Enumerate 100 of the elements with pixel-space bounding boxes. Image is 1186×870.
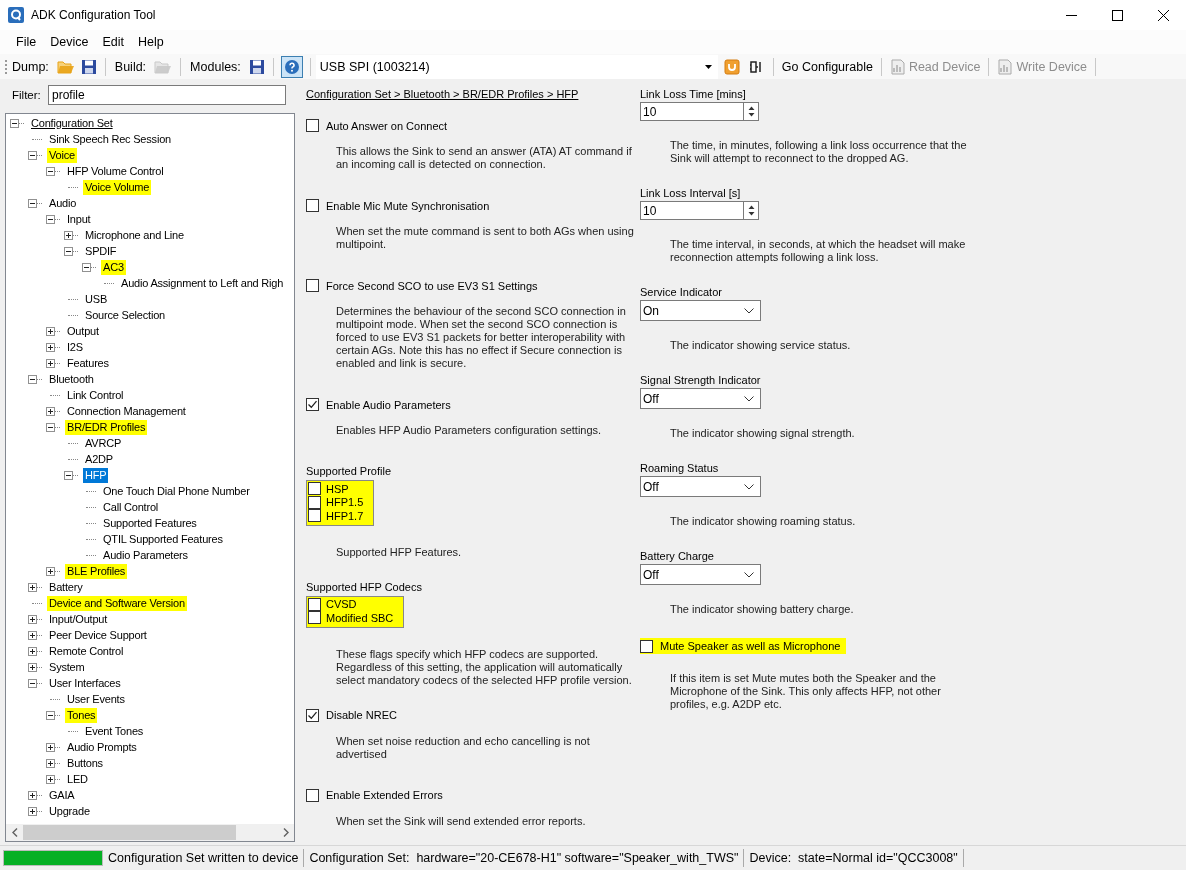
tree-item[interactable]: Configuration Set [29,115,115,131]
tree-item[interactable]: Remote Control [47,643,126,659]
tree-item[interactable]: HFP [83,467,109,483]
checkbox-label[interactable]: Enable Extended Errors [326,789,443,801]
checkbox-label[interactable]: Auto Answer on Connect [326,119,448,132]
dropdown[interactable]: Off [640,476,761,497]
expand-icon[interactable] [64,230,73,240]
close-button[interactable] [1157,9,1169,21]
tree-item[interactable]: BR/EDR Profiles [65,419,148,435]
expand-icon[interactable] [28,662,37,672]
expand-icon[interactable] [28,614,37,624]
tree-item[interactable]: Call Control [101,499,161,515]
tree-item[interactable]: Source Selection [83,307,167,323]
expand-icon[interactable] [28,806,37,816]
checkbox[interactable] [306,199,319,212]
dropdown[interactable]: Off [640,388,761,409]
checkbox[interactable] [308,482,321,496]
checkbox[interactable] [306,788,319,802]
tree-item[interactable]: GAIA [47,787,77,803]
tree-item[interactable]: BLE Profiles [65,563,128,579]
checkbox-label[interactable]: Mute Speaker as well as Microphone [660,640,841,652]
tree-item[interactable]: Link Control [65,387,126,403]
expand-icon[interactable] [46,358,55,368]
collapse-icon[interactable] [10,118,19,128]
expand-icon[interactable] [46,342,55,352]
checkbox-label[interactable]: Force Second SCO to use EV3 S1 Settings [326,279,538,292]
checkbox[interactable] [306,279,319,292]
checkbox[interactable] [306,398,319,411]
collapse-icon[interactable] [28,678,37,688]
expand-icon[interactable] [46,566,55,576]
collapse-icon[interactable] [64,470,73,480]
tree-item[interactable]: Audio Parameters [101,547,190,563]
collapse-icon[interactable] [46,710,55,720]
checkbox[interactable] [308,597,321,611]
collapse-icon[interactable] [64,246,73,256]
checkbox[interactable] [306,708,319,722]
tree-item[interactable]: System [47,659,87,675]
help-button[interactable] [280,55,303,78]
tree-item[interactable]: Connection Management [65,403,188,419]
collapse-icon[interactable] [82,262,91,272]
tree-item[interactable]: AC3 [101,259,126,275]
tree-item[interactable]: Event Tones [83,723,146,739]
spin-buttons[interactable] [743,102,759,121]
tree-item[interactable]: I2S [65,339,85,355]
port-dropdown[interactable]: USB SPI (1003214) [315,54,718,79]
checkbox[interactable] [640,639,653,653]
expand-icon[interactable] [28,582,37,592]
expand-icon[interactable] [46,758,55,768]
tree-item[interactable]: QTIL Supported Features [101,531,225,547]
dropdown[interactable]: Off [640,564,761,585]
menu-item[interactable]: Device [43,32,96,52]
spin-buttons[interactable] [743,201,759,220]
expand-icon[interactable] [46,406,55,416]
tree-item[interactable]: Buttons [65,755,105,771]
tree-item[interactable]: Input/Output [47,611,110,627]
tree-item[interactable]: LED [65,771,90,787]
collapse-icon[interactable] [46,166,55,176]
toolbar-button[interactable]: Go Configurable [778,59,876,74]
tree-item[interactable]: Sink Speech Rec Session [47,131,173,147]
checkbox-label[interactable]: HFP1.7 [326,509,364,522]
tree-item[interactable]: Audio [47,195,79,211]
maximize-button[interactable] [1111,9,1123,21]
scrollbar-thumb[interactable] [23,825,236,840]
expand-icon[interactable] [28,630,37,640]
tree-item[interactable]: AVRCP [83,435,124,451]
tree-item[interactable]: Input [65,211,93,227]
breadcrumb[interactable]: Configuration Set > Bluetooth > BR/EDR Profiles > HFP [306,88,640,100]
checkbox-label[interactable]: HFP1.5 [326,496,364,509]
checkbox[interactable] [306,119,319,132]
tree-item[interactable]: Device and Software Version [47,595,187,611]
checkbox[interactable] [308,509,321,523]
save-icon[interactable] [248,58,265,75]
filter-field[interactable]: profile [48,85,286,105]
menu-item[interactable]: Help [130,32,171,52]
checkbox[interactable] [308,611,321,625]
checkbox-label[interactable]: Enable Audio Parameters [326,398,451,411]
horizontal-scrollbar[interactable] [6,824,294,841]
expand-icon[interactable] [28,790,37,800]
checkbox-label[interactable]: Enable Mic Mute Synchronisation [326,199,490,212]
tree-item[interactable]: Upgrade [47,803,92,819]
tree-item[interactable]: One Touch Dial Phone Number [101,483,252,499]
tree-item[interactable]: Voice [47,147,77,163]
menu-item[interactable]: Edit [95,32,131,52]
checkbox[interactable] [308,495,321,509]
tree-item[interactable]: Supported Features [101,515,199,531]
tree-item[interactable]: Peer Device Support [47,627,149,643]
collapse-icon[interactable] [46,214,55,224]
checkbox-label[interactable]: CVSD [326,598,357,611]
dropdown[interactable]: On [640,300,761,321]
expand-icon[interactable] [46,742,55,752]
collapse-icon[interactable] [46,422,55,432]
checkbox-label[interactable]: HSP [326,482,349,495]
expand-icon[interactable] [46,326,55,336]
collapse-icon[interactable] [28,150,37,160]
expand-icon[interactable] [46,774,55,784]
tree-item[interactable]: Audio Prompts [65,739,139,755]
checkbox-label[interactable]: Modified SBC [326,611,394,624]
tree-item[interactable]: Audio Assignment to Left and Righ [119,275,286,291]
plug-icon[interactable] [749,58,764,75]
scroll-right-icon[interactable] [282,828,289,837]
